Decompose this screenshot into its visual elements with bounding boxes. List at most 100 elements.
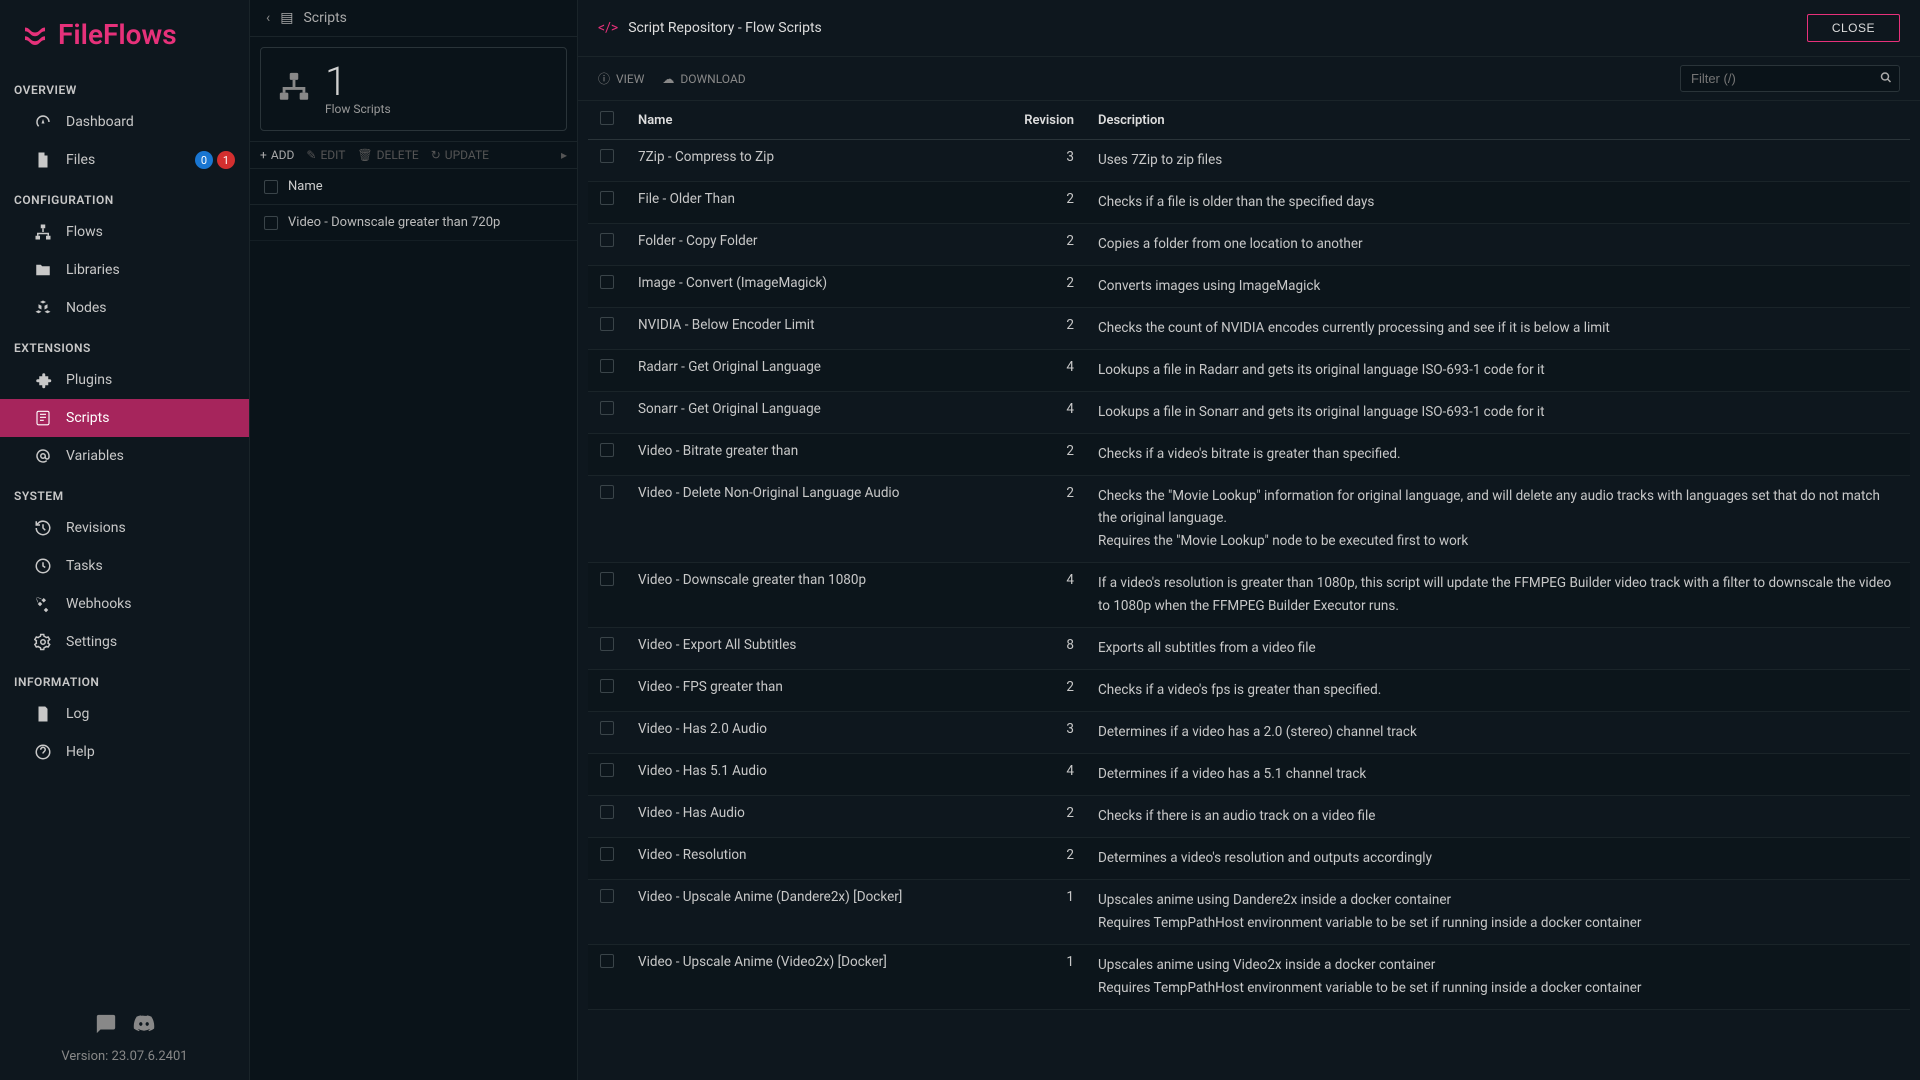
table-row[interactable]: 7Zip - Compress to Zip3Uses 7Zip to zip … — [588, 140, 1910, 182]
row-checkbox[interactable] — [600, 847, 614, 861]
table-row[interactable]: Image - Convert (ImageMagick)2Converts i… — [588, 265, 1910, 307]
table-row[interactable]: Radarr - Get Original Language4Lookups a… — [588, 349, 1910, 391]
cell-revision: 2 — [1006, 795, 1086, 837]
filter-input[interactable] — [1680, 65, 1900, 92]
sidebar-item-label: Settings — [66, 634, 117, 650]
satellite-icon — [34, 595, 52, 613]
sidebar: FileFlows OVERVIEWDashboardFiles01CONFIG… — [0, 0, 250, 1080]
table-row[interactable]: Video - Upscale Anime (Dandere2x) [Docke… — [588, 879, 1910, 944]
sidebar-item-revisions[interactable]: Revisions — [0, 509, 249, 547]
row-checkbox[interactable] — [600, 889, 614, 903]
table-row[interactable]: File - Older Than2Checks if a file is ol… — [588, 181, 1910, 223]
row-checkbox[interactable] — [600, 401, 614, 415]
row-checkbox[interactable] — [600, 191, 614, 205]
row-checkbox[interactable] — [600, 485, 614, 499]
sidebar-item-label: Nodes — [66, 300, 107, 316]
name-column-header: Name — [288, 179, 323, 194]
row-checkbox[interactable] — [600, 317, 614, 331]
cell-name: Video - Has 2.0 Audio — [626, 712, 1006, 754]
cell-name: Video - Export All Subtitles — [626, 628, 1006, 670]
row-checkbox[interactable] — [600, 805, 614, 819]
add-button[interactable]: + ADD — [260, 148, 294, 162]
row-checkbox[interactable] — [600, 275, 614, 289]
cell-revision: 2 — [1006, 670, 1086, 712]
sidebar-item-log[interactable]: Log — [0, 695, 249, 733]
logo-icon — [20, 20, 50, 50]
clock-icon — [34, 557, 52, 575]
sidebar-item-plugins[interactable]: Plugins — [0, 361, 249, 399]
folder-icon — [34, 261, 52, 279]
select-all-repo-checkbox[interactable] — [600, 111, 614, 125]
sidebar-item-tasks[interactable]: Tasks — [0, 547, 249, 585]
sidebar-item-help[interactable]: Help — [0, 733, 249, 771]
download-button[interactable]: ☁ DOWNLOAD — [662, 70, 745, 87]
table-row[interactable]: Video - Has 5.1 Audio4Determines if a vi… — [588, 754, 1910, 796]
table-row[interactable]: Video - Has 2.0 Audio3Determines if a vi… — [588, 712, 1910, 754]
table-row[interactable]: Video - Bitrate greater than2Checks if a… — [588, 433, 1910, 475]
cell-description: Copies a folder from one location to ano… — [1086, 223, 1910, 265]
sidebar-item-files[interactable]: Files01 — [0, 141, 249, 179]
table-row[interactable]: Video - Delete Non-Original Language Aud… — [588, 475, 1910, 563]
table-row[interactable]: Video - Export All Subtitles8Exports all… — [588, 628, 1910, 670]
row-checkbox[interactable] — [600, 954, 614, 968]
table-row[interactable]: Video - FPS greater than2Checks if a vid… — [588, 670, 1910, 712]
row-checkbox[interactable] — [600, 149, 614, 163]
cell-revision: 4 — [1006, 391, 1086, 433]
sidebar-item-label: Dashboard — [66, 114, 134, 130]
row-checkbox[interactable] — [600, 763, 614, 777]
row-checkbox[interactable] — [600, 679, 614, 693]
row-checkbox[interactable] — [264, 216, 278, 230]
col-revision[interactable]: Revision — [1006, 101, 1086, 140]
row-checkbox[interactable] — [600, 233, 614, 247]
table-row[interactable]: Video - Resolution2Determines a video's … — [588, 837, 1910, 879]
sidebar-item-variables[interactable]: Variables — [0, 437, 249, 475]
back-chevron-icon[interactable]: ‹ — [266, 10, 270, 26]
cell-description: Checks if a file is older than the speci… — [1086, 181, 1910, 223]
row-checkbox[interactable] — [600, 721, 614, 735]
cell-description: Checks if there is an audio track on a v… — [1086, 795, 1910, 837]
cell-revision: 2 — [1006, 475, 1086, 563]
sidebar-item-nodes[interactable]: Nodes — [0, 289, 249, 327]
sidebar-item-label: Scripts — [66, 410, 109, 426]
table-row[interactable]: Folder - Copy Folder2Copies a folder fro… — [588, 223, 1910, 265]
sidebar-item-flows[interactable]: Flows — [0, 213, 249, 251]
cell-name: Video - Bitrate greater than — [626, 433, 1006, 475]
select-all-checkbox[interactable] — [264, 180, 278, 194]
cell-name: Image - Convert (ImageMagick) — [626, 265, 1006, 307]
table-row[interactable]: NVIDIA - Below Encoder Limit2Checks the … — [588, 307, 1910, 349]
update-button[interactable]: ↻ UPDATE — [431, 148, 489, 162]
row-checkbox[interactable] — [600, 443, 614, 457]
table-row[interactable]: Video - Has Audio2Checks if there is an … — [588, 795, 1910, 837]
sidebar-item-dashboard[interactable]: Dashboard — [0, 103, 249, 141]
cell-name: Video - Has Audio — [626, 795, 1006, 837]
edit-button[interactable]: ✎ EDIT — [306, 148, 345, 162]
cell-revision: 1 — [1006, 879, 1086, 944]
table-row[interactable]: Video - Upscale Anime (Video2x) [Docker]… — [588, 944, 1910, 1009]
badge: 1 — [217, 151, 235, 169]
row-checkbox[interactable] — [600, 637, 614, 651]
row-checkbox[interactable] — [600, 572, 614, 586]
app-logo[interactable]: FileFlows — [0, 0, 249, 69]
row-checkbox[interactable] — [600, 359, 614, 373]
discord-icon[interactable] — [133, 1013, 155, 1039]
flow-scripts-tab[interactable]: 1 Flow Scripts — [260, 47, 567, 131]
table-row[interactable]: Sonarr - Get Original Language4Lookups a… — [588, 391, 1910, 433]
nav-section-header: INFORMATION — [0, 661, 249, 695]
close-button[interactable]: CLOSE — [1807, 14, 1900, 42]
chat-icon[interactable] — [95, 1013, 117, 1039]
delete-button[interactable]: 🗑 DELETE — [357, 148, 418, 162]
sidebar-item-webhooks[interactable]: Webhooks — [0, 585, 249, 623]
cell-name: Video - Delete Non-Original Language Aud… — [626, 475, 1006, 563]
cell-description: Exports all subtitles from a video file — [1086, 628, 1910, 670]
table-row[interactable]: Video - Downscale greater than 1080p4If … — [588, 563, 1910, 628]
sidebar-item-scripts[interactable]: Scripts — [0, 399, 249, 437]
col-name[interactable]: Name — [626, 101, 1006, 140]
scripts-breadcrumb: ‹ ▤ Scripts — [250, 0, 577, 37]
more-button[interactable]: ▸ — [561, 148, 567, 162]
cell-revision: 2 — [1006, 265, 1086, 307]
col-description[interactable]: Description — [1086, 101, 1910, 140]
sidebar-item-libraries[interactable]: Libraries — [0, 251, 249, 289]
script-row[interactable]: Video - Downscale greater than 720p — [250, 205, 577, 241]
sidebar-item-settings[interactable]: Settings — [0, 623, 249, 661]
view-button[interactable]: ⓘ VIEW — [598, 70, 644, 87]
